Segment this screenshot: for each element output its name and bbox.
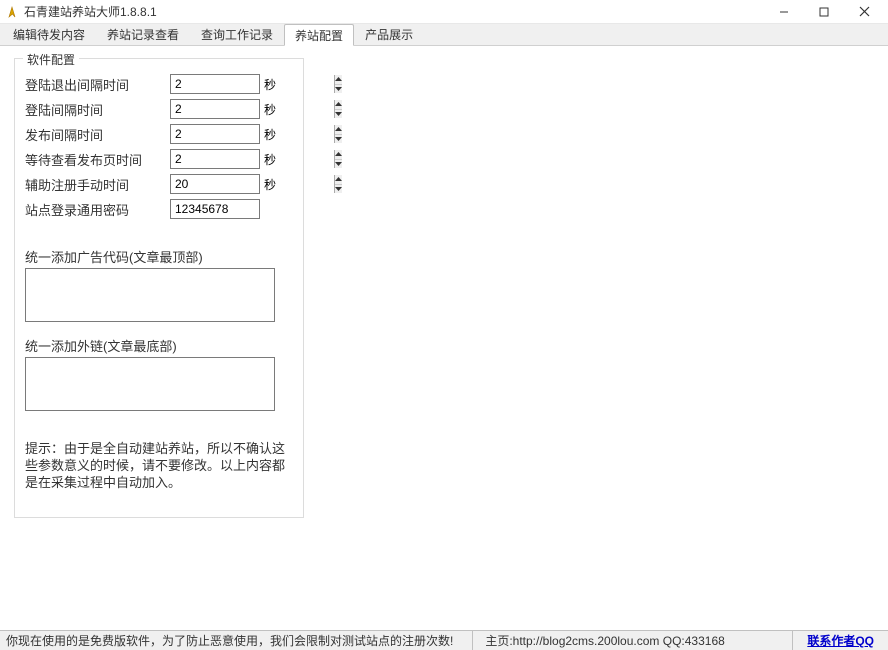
spinner-assist-register-time[interactable] — [170, 174, 260, 194]
input-login-logout-interval[interactable] — [171, 75, 334, 93]
tab-edit-pending[interactable]: 编辑待发内容 — [2, 24, 96, 45]
status-contact[interactable]: 联系作者QQ — [793, 631, 888, 650]
spin-up-icon[interactable] — [335, 150, 342, 160]
row-wait-view-time: 等待查看发布页时间 秒 — [25, 149, 295, 169]
tabstrip: 编辑待发内容 养站记录查看 查询工作记录 养站配置 产品展示 — [0, 24, 888, 46]
unit-seconds: 秒 — [264, 151, 276, 168]
input-publish-interval[interactable] — [171, 125, 334, 143]
textarea-ad-top[interactable] — [25, 268, 275, 322]
titlebar: 石青建站养站大师1.8.8.1 — [0, 0, 888, 24]
label-ad-top: 统一添加广告代码(文章最顶部) — [25, 247, 295, 266]
tab-query-logs[interactable]: 查询工作记录 — [190, 24, 284, 45]
unit-seconds: 秒 — [264, 76, 276, 93]
label-publish-interval: 发布间隔时间 — [25, 125, 170, 144]
unit-seconds: 秒 — [264, 176, 276, 193]
app-icon — [4, 4, 20, 20]
input-login-interval[interactable] — [171, 100, 334, 118]
close-button[interactable] — [844, 1, 884, 23]
row-login-interval: 登陆间隔时间 秒 — [25, 99, 295, 119]
input-wait-view-time[interactable] — [171, 150, 334, 168]
maximize-button[interactable] — [804, 1, 844, 23]
content-area: 软件配置 登陆退出间隔时间 秒 登陆间隔时间 秒 — [0, 46, 888, 630]
spinner-login-interval[interactable] — [170, 99, 260, 119]
input-site-password[interactable] — [170, 199, 260, 219]
spin-up-icon[interactable] — [335, 75, 342, 85]
tab-products[interactable]: 产品展示 — [354, 24, 424, 45]
spin-down-icon[interactable] — [335, 185, 342, 194]
row-site-password: 站点登录通用密码 — [25, 199, 295, 219]
label-login-logout-interval: 登陆退出间隔时间 — [25, 75, 170, 94]
spin-down-icon[interactable] — [335, 85, 342, 94]
status-home: 主页:http://blog2cms.200lou.com QQ:433168 — [473, 631, 793, 650]
fieldset-legend: 软件配置 — [23, 51, 79, 68]
status-left: 你现在使用的是免费版软件，为了防止恶意使用，我们会限制对测试站点的注册次数! — [0, 631, 473, 650]
label-login-interval: 登陆间隔时间 — [25, 100, 170, 119]
tab-site-config[interactable]: 养站配置 — [284, 24, 354, 46]
label-wait-view-time: 等待查看发布页时间 — [25, 150, 170, 169]
spin-up-icon[interactable] — [335, 100, 342, 110]
spin-up-icon[interactable] — [335, 125, 342, 135]
row-publish-interval: 发布间隔时间 秒 — [25, 124, 295, 144]
window-controls — [764, 0, 884, 23]
row-assist-register-time: 辅助注册手动时间 秒 — [25, 174, 295, 194]
unit-seconds: 秒 — [264, 101, 276, 118]
statusbar: 你现在使用的是免费版软件，为了防止恶意使用，我们会限制对测试站点的注册次数! 主… — [0, 630, 888, 650]
minimize-button[interactable] — [764, 1, 804, 23]
textarea-extlink[interactable] — [25, 357, 275, 411]
spin-down-icon[interactable] — [335, 110, 342, 119]
spinner-wait-view-time[interactable] — [170, 149, 260, 169]
spinner-publish-interval[interactable] — [170, 124, 260, 144]
config-hint: 提示：由于是全自动建站养站，所以不确认这些参数意义的时候，请不要修改。以上内容都… — [25, 441, 290, 492]
input-assist-register-time[interactable] — [171, 175, 334, 193]
window-title: 石青建站养站大师1.8.8.1 — [24, 3, 764, 20]
label-assist-register-time: 辅助注册手动时间 — [25, 175, 170, 194]
row-login-logout-interval: 登陆退出间隔时间 秒 — [25, 74, 295, 94]
spinner-login-logout-interval[interactable] — [170, 74, 260, 94]
spin-down-icon[interactable] — [335, 135, 342, 144]
spin-up-icon[interactable] — [335, 175, 342, 185]
tab-site-records[interactable]: 养站记录查看 — [96, 24, 190, 45]
config-fieldset: 软件配置 登陆退出间隔时间 秒 登陆间隔时间 秒 — [14, 58, 304, 518]
unit-seconds: 秒 — [264, 126, 276, 143]
contact-link[interactable]: 联系作者QQ — [807, 632, 874, 649]
label-site-password: 站点登录通用密码 — [25, 200, 170, 219]
label-extlink: 统一添加外链(文章最底部) — [25, 336, 295, 355]
spin-down-icon[interactable] — [335, 160, 342, 169]
